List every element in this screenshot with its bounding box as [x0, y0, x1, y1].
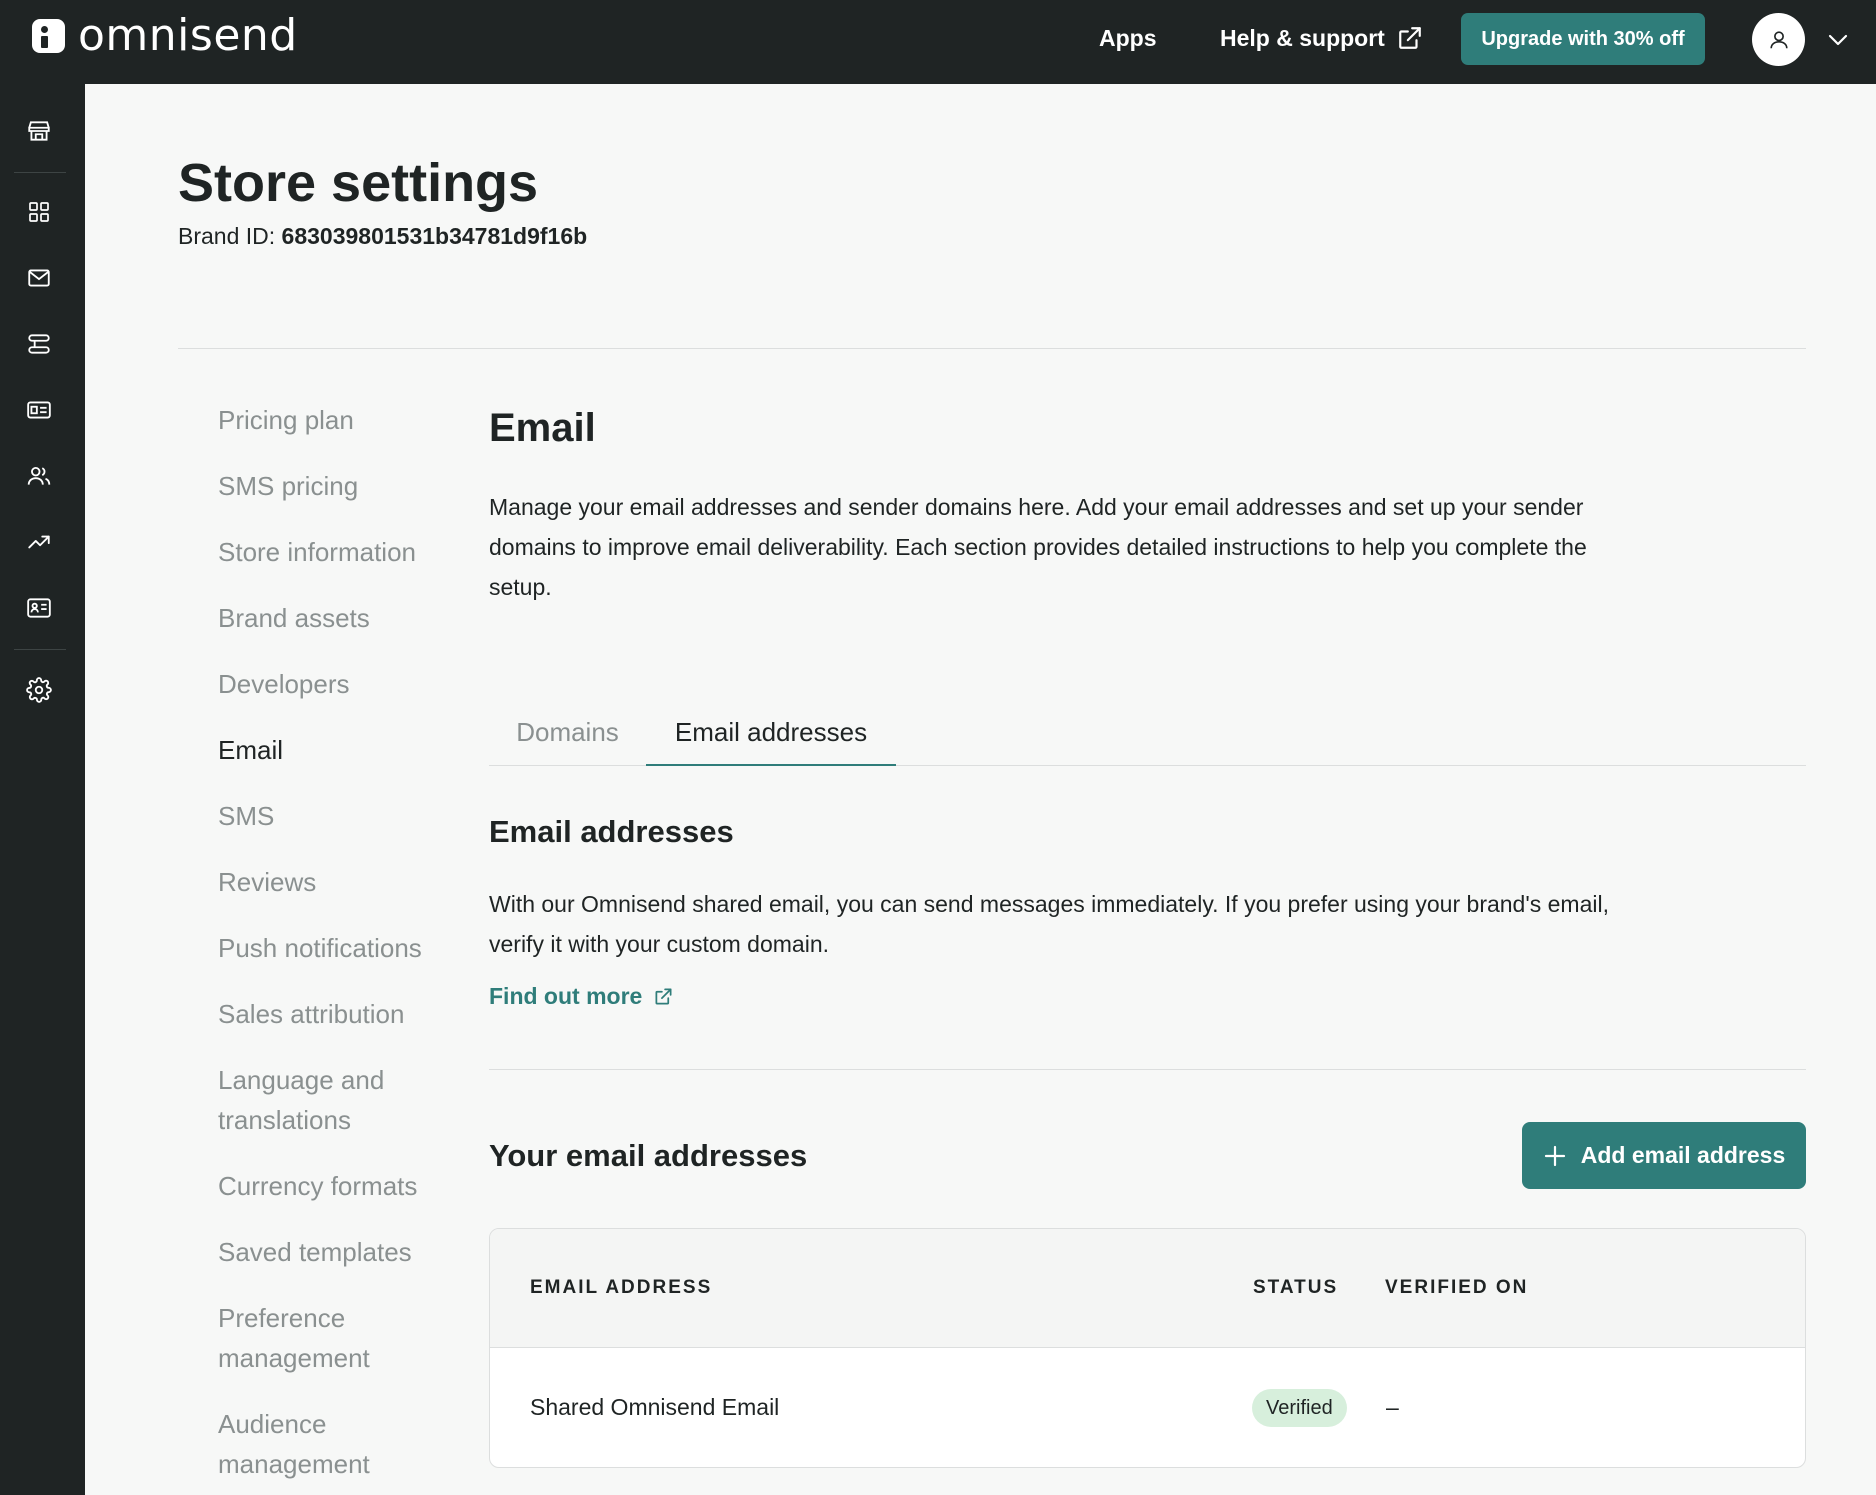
settings-nav-currency-formats[interactable]: Currency formats	[218, 1166, 417, 1206]
settings-nav-language-translations[interactable]: Language and	[218, 1060, 384, 1100]
column-email-address: EMAIL ADDRESS	[530, 1277, 713, 1298]
settings-nav-sms-pricing[interactable]: SMS pricing	[218, 466, 358, 506]
page-title: Store settings	[178, 153, 539, 213]
add-email-address-label: Add email address	[1580, 1142, 1786, 1168]
email-tabs: Domains Email addresses	[489, 708, 1806, 766]
brand-id-value: 683039801531b34781d9f16b	[281, 223, 588, 249]
email-address-cell: Shared Omnisend Email	[530, 1394, 780, 1420]
brand-id: Brand ID: 683039801531b34781d9f16b	[178, 222, 587, 250]
settings-nav-email[interactable]: Email	[218, 730, 283, 770]
sidebar-divider	[14, 649, 66, 650]
verified-on-cell: –	[1386, 1394, 1399, 1420]
find-out-more-label: Find out more	[489, 983, 643, 1009]
email-addresses-title: Email addresses	[489, 814, 734, 849]
settings-nav-audience-management-line2[interactable]: management	[218, 1444, 370, 1484]
forms-icon[interactable]	[24, 395, 54, 425]
grid-icon[interactable]	[24, 197, 54, 227]
help-support-link[interactable]: Help & support	[1220, 22, 1423, 54]
email-section-description: Manage your email addresses and sender d…	[489, 494, 1587, 600]
settings-nav-reviews[interactable]: Reviews	[218, 862, 316, 902]
settings-nav-pricing-plan[interactable]: Pricing plan	[218, 400, 354, 440]
settings-nav-brand-assets[interactable]: Brand assets	[218, 598, 370, 638]
external-link-icon	[1399, 27, 1421, 49]
tab-domains[interactable]: Domains	[489, 708, 646, 766]
user-icon	[1769, 30, 1788, 48]
email-section-title: Email	[489, 406, 596, 450]
logo-mark-icon	[32, 19, 65, 53]
plus-icon	[1544, 1145, 1565, 1166]
apps-link[interactable]: Apps	[1099, 22, 1157, 54]
brand-id-label: Brand ID:	[178, 223, 282, 249]
automation-icon[interactable]	[24, 329, 54, 359]
email-addresses-table: EMAIL ADDRESS STATUS VERIFIED ON Shared …	[489, 1228, 1806, 1468]
chevron-down-icon[interactable]	[1826, 28, 1850, 52]
settings-nav-language-translations-line2[interactable]: translations	[218, 1100, 351, 1140]
column-verified-on: VERIFIED ON	[1385, 1277, 1529, 1298]
status-badge: Verified	[1252, 1389, 1347, 1427]
sidebar	[0, 84, 85, 1495]
tab-email-addresses[interactable]: Email addresses	[646, 708, 896, 766]
avatar[interactable]	[1752, 13, 1805, 66]
reports-icon[interactable]	[24, 527, 54, 557]
column-status: STATUS	[1253, 1277, 1339, 1298]
find-out-more-link[interactable]: Find out more	[489, 980, 673, 1012]
add-email-address-button[interactable]: Add email address	[1522, 1122, 1806, 1189]
table-header: EMAIL ADDRESS STATUS VERIFIED ON	[490, 1229, 1805, 1348]
section-divider	[489, 1069, 1806, 1070]
store-icon[interactable]	[24, 116, 54, 146]
email-addresses-description: With our Omnisend shared email, you can …	[489, 891, 1609, 957]
sidebar-divider	[14, 172, 66, 173]
mail-icon[interactable]	[24, 263, 54, 293]
settings-nav-saved-templates[interactable]: Saved templates	[218, 1232, 412, 1272]
help-support-label: Help & support	[1220, 25, 1385, 51]
upgrade-button[interactable]: Upgrade with 30% off	[1461, 13, 1705, 65]
settings-nav-store-information[interactable]: Store information	[218, 532, 416, 572]
settings-nav-preference-management-line2[interactable]: management	[218, 1338, 370, 1378]
settings-nav-developers[interactable]: Developers	[218, 664, 350, 704]
settings-nav-preference-management[interactable]: Preference	[218, 1298, 345, 1338]
omnisend-logo[interactable]: omnisend	[32, 10, 298, 61]
top-bar: omnisend Apps Help & support Upgrade wit…	[0, 0, 1876, 84]
logo-text: omnisend	[78, 10, 298, 61]
gear-icon[interactable]	[24, 675, 54, 705]
settings-nav-push-notifications[interactable]: Push notifications	[218, 928, 422, 968]
settings-nav-sales-attribution[interactable]: Sales attribution	[218, 994, 404, 1034]
header-divider	[178, 348, 1806, 349]
contact-card-icon[interactable]	[24, 593, 54, 623]
audience-icon[interactable]	[24, 461, 54, 491]
your-email-addresses-title: Your email addresses	[489, 1138, 808, 1173]
settings-nav-audience-management[interactable]: Audience	[218, 1404, 326, 1444]
external-link-icon	[655, 988, 672, 1004]
settings-nav-sms[interactable]: SMS	[218, 796, 274, 836]
